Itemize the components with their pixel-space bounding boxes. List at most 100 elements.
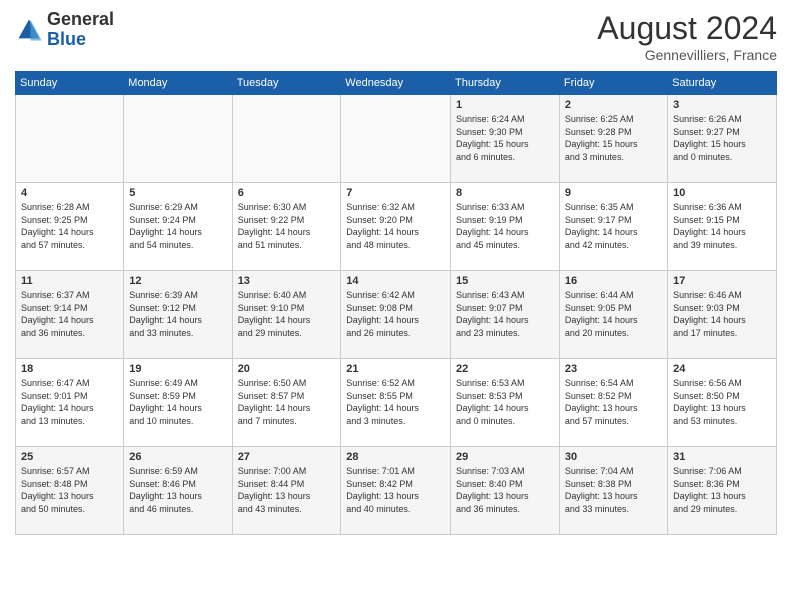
day-cell-3-1: 19 Sunrise: 6:49 AMSunset: 8:59 PMDayligh… <box>124 359 232 447</box>
day-info: Sunrise: 6:35 AMSunset: 9:17 PMDaylight:… <box>565 201 662 251</box>
day-number: 11 <box>21 275 118 287</box>
day-number: 8 <box>456 187 554 199</box>
day-cell-0-5: 2 Sunrise: 6:25 AMSunset: 9:28 PMDaylight… <box>559 95 667 183</box>
header-saturday: Saturday <box>668 72 777 95</box>
day-number: 10 <box>673 187 771 199</box>
day-info: Sunrise: 7:03 AMSunset: 8:40 PMDaylight:… <box>456 465 554 515</box>
day-number: 16 <box>565 275 662 287</box>
day-number: 7 <box>346 187 445 199</box>
day-cell-3-2: 20 Sunrise: 6:50 AMSunset: 8:57 PMDayligh… <box>232 359 341 447</box>
day-cell-3-0: 18Sunrise: 6:47 AMSunset: 9:01 PMDayligh… <box>16 359 124 447</box>
day-cell-4-5: 30 Sunrise: 7:04 AMSunset: 8:38 PMDayligh… <box>559 447 667 535</box>
day-cell-4-2: 27 Sunrise: 7:00 AMSunset: 8:44 PMDayligh… <box>232 447 341 535</box>
day-info: Sunrise: 6:28 AMSunset: 9:25 PMDaylight:… <box>21 201 118 251</box>
day-cell-1-0: 4Sunrise: 6:28 AMSunset: 9:25 PMDaylight… <box>16 183 124 271</box>
day-info: Sunrise: 6:43 AMSunset: 9:07 PMDaylight:… <box>456 289 554 339</box>
day-cell-4-0: 25 Sunrise: 6:57 AMSunset: 8:48 PMDayligh… <box>16 447 124 535</box>
day-number: 25 <box>21 451 118 463</box>
day-number: 23 <box>565 363 662 375</box>
day-number: 19 <box>129 363 226 375</box>
day-info: Sunrise: 6:37 AMSunset: 9:14 PMDaylight:… <box>21 289 118 339</box>
week-row-2: 11 Sunrise: 6:37 AMSunset: 9:14 PMDayligh… <box>16 271 777 359</box>
day-info: Sunrise: 6:59 AMSunset: 8:46 PMDaylight:… <box>129 465 226 515</box>
day-info: Sunrise: 6:44 AMSunset: 9:05 PMDaylight:… <box>565 289 662 339</box>
day-info: Sunrise: 6:25 AMSunset: 9:28 PMDaylight:… <box>565 113 662 163</box>
day-cell-3-6: 24 Sunrise: 6:56 AMSunset: 8:50 PMDayligh… <box>668 359 777 447</box>
day-number: 26 <box>129 451 226 463</box>
day-number: 13 <box>238 275 336 287</box>
day-cell-0-2 <box>232 95 341 183</box>
day-cell-0-1 <box>124 95 232 183</box>
day-cell-3-4: 22 Sunrise: 6:53 AMSunset: 8:53 PMDayligh… <box>451 359 560 447</box>
day-number: 18 <box>21 363 118 375</box>
day-number: 2 <box>565 99 662 111</box>
logo: General Blue <box>15 10 114 50</box>
title-block: August 2024 Gennevilliers, France <box>597 10 777 63</box>
calendar-header-row: Sunday Monday Tuesday Wednesday Thursday… <box>16 72 777 95</box>
day-cell-4-6: 31Sunrise: 7:06 AMSunset: 8:36 PMDayligh… <box>668 447 777 535</box>
day-info: Sunrise: 6:40 AMSunset: 9:10 PMDaylight:… <box>238 289 336 339</box>
day-cell-2-6: 17Sunrise: 6:46 AMSunset: 9:03 PMDayligh… <box>668 271 777 359</box>
day-info: Sunrise: 6:52 AMSunset: 8:55 PMDaylight:… <box>346 377 445 427</box>
day-cell-1-6: 10 Sunrise: 6:36 AMSunset: 9:15 PMDayligh… <box>668 183 777 271</box>
day-info: Sunrise: 6:49 AMSunset: 8:59 PMDaylight:… <box>129 377 226 427</box>
day-number: 28 <box>346 451 445 463</box>
header-sunday: Sunday <box>16 72 124 95</box>
header-tuesday: Tuesday <box>232 72 341 95</box>
day-number: 3 <box>673 99 771 111</box>
day-number: 30 <box>565 451 662 463</box>
day-cell-1-2: 6 Sunrise: 6:30 AMSunset: 9:22 PMDaylight… <box>232 183 341 271</box>
day-number: 12 <box>129 275 226 287</box>
day-info: Sunrise: 6:26 AMSunset: 9:27 PMDaylight:… <box>673 113 771 163</box>
page-header: General Blue August 2024 Gennevilliers, … <box>15 10 777 63</box>
day-cell-4-1: 26 Sunrise: 6:59 AMSunset: 8:46 PMDayligh… <box>124 447 232 535</box>
day-info: Sunrise: 6:30 AMSunset: 9:22 PMDaylight:… <box>238 201 336 251</box>
day-info: Sunrise: 6:29 AMSunset: 9:24 PMDaylight:… <box>129 201 226 251</box>
day-number: 5 <box>129 187 226 199</box>
day-info: Sunrise: 6:33 AMSunset: 9:19 PMDaylight:… <box>456 201 554 251</box>
day-number: 20 <box>238 363 336 375</box>
day-cell-3-5: 23 Sunrise: 6:54 AMSunset: 8:52 PMDayligh… <box>559 359 667 447</box>
day-cell-2-5: 16 Sunrise: 6:44 AMSunset: 9:05 PMDayligh… <box>559 271 667 359</box>
day-info: Sunrise: 6:50 AMSunset: 8:57 PMDaylight:… <box>238 377 336 427</box>
day-info: Sunrise: 6:56 AMSunset: 8:50 PMDaylight:… <box>673 377 771 427</box>
day-info: Sunrise: 7:00 AMSunset: 8:44 PMDaylight:… <box>238 465 336 515</box>
header-friday: Friday <box>559 72 667 95</box>
day-number: 1 <box>456 99 554 111</box>
day-info: Sunrise: 6:54 AMSunset: 8:52 PMDaylight:… <box>565 377 662 427</box>
day-info: Sunrise: 6:42 AMSunset: 9:08 PMDaylight:… <box>346 289 445 339</box>
logo-text: General Blue <box>47 10 114 50</box>
header-thursday: Thursday <box>451 72 560 95</box>
week-row-3: 18Sunrise: 6:47 AMSunset: 9:01 PMDayligh… <box>16 359 777 447</box>
day-cell-2-0: 11 Sunrise: 6:37 AMSunset: 9:14 PMDayligh… <box>16 271 124 359</box>
week-row-1: 4Sunrise: 6:28 AMSunset: 9:25 PMDaylight… <box>16 183 777 271</box>
day-info: Sunrise: 6:39 AMSunset: 9:12 PMDaylight:… <box>129 289 226 339</box>
week-row-4: 25 Sunrise: 6:57 AMSunset: 8:48 PMDayligh… <box>16 447 777 535</box>
day-number: 24 <box>673 363 771 375</box>
day-info: Sunrise: 6:53 AMSunset: 8:53 PMDaylight:… <box>456 377 554 427</box>
day-cell-1-1: 5 Sunrise: 6:29 AMSunset: 9:24 PMDaylight… <box>124 183 232 271</box>
day-cell-4-4: 29Sunrise: 7:03 AMSunset: 8:40 PMDayligh… <box>451 447 560 535</box>
day-cell-3-3: 21Sunrise: 6:52 AMSunset: 8:55 PMDayligh… <box>341 359 451 447</box>
day-number: 17 <box>673 275 771 287</box>
day-info: Sunrise: 6:36 AMSunset: 9:15 PMDaylight:… <box>673 201 771 251</box>
header-wednesday: Wednesday <box>341 72 451 95</box>
day-cell-1-3: 7 Sunrise: 6:32 AMSunset: 9:20 PMDaylight… <box>341 183 451 271</box>
day-info: Sunrise: 7:01 AMSunset: 8:42 PMDaylight:… <box>346 465 445 515</box>
day-cell-2-2: 13 Sunrise: 6:40 AMSunset: 9:10 PMDayligh… <box>232 271 341 359</box>
day-info: Sunrise: 6:57 AMSunset: 8:48 PMDaylight:… <box>21 465 118 515</box>
day-number: 15 <box>456 275 554 287</box>
day-number: 6 <box>238 187 336 199</box>
day-info: Sunrise: 7:04 AMSunset: 8:38 PMDaylight:… <box>565 465 662 515</box>
day-cell-2-1: 12 Sunrise: 6:39 AMSunset: 9:12 PMDayligh… <box>124 271 232 359</box>
location: Gennevilliers, France <box>597 47 777 63</box>
month-year: August 2024 <box>597 10 777 47</box>
day-cell-1-5: 9Sunrise: 6:35 AMSunset: 9:17 PMDaylight… <box>559 183 667 271</box>
day-cell-2-3: 14Sunrise: 6:42 AMSunset: 9:08 PMDayligh… <box>341 271 451 359</box>
logo-icon <box>15 16 43 44</box>
day-info: Sunrise: 6:32 AMSunset: 9:20 PMDaylight:… <box>346 201 445 251</box>
day-number: 31 <box>673 451 771 463</box>
day-number: 27 <box>238 451 336 463</box>
day-number: 22 <box>456 363 554 375</box>
day-cell-0-4: 1Sunrise: 6:24 AMSunset: 9:30 PMDaylight… <box>451 95 560 183</box>
